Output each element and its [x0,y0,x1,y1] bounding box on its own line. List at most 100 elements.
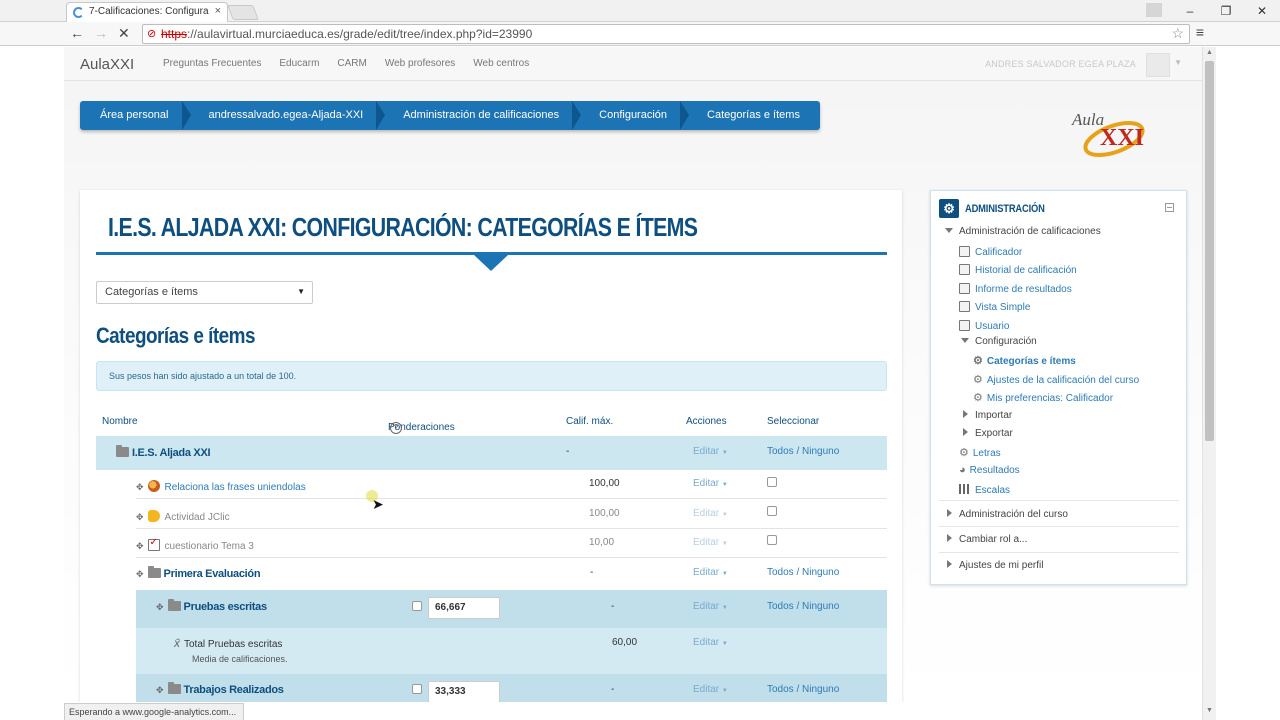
user-name[interactable]: ANDRES SALVADOR EGEA PLAZA [985,59,1136,69]
url-input[interactable]: ⊘ https://aulavirtual.murciaeduca.es/gra… [142,24,1190,44]
select-all-link[interactable]: Todos [767,684,794,695]
restore-icon[interactable]: ❐ [1208,0,1244,22]
select-none-link[interactable]: Ninguno [802,567,839,578]
profile-icon[interactable] [1146,3,1162,17]
nav-link-web-profesores[interactable]: Web profesores [376,47,464,81]
breadcrumb-item[interactable]: andressalvado.egea-Aljada-XXI [189,101,385,130]
insecure-lock-icon: ⊘ [147,28,157,40]
max-grade: - [566,446,570,457]
table-row: ✥ Actividad JClic 100,00 Editar ▼ [136,499,887,529]
select-none-link[interactable]: Ninguno [802,601,839,612]
page-scrollbar[interactable]: ▲ ▼ [1202,47,1216,720]
tree-item-calificador[interactable]: Calificador [959,244,1022,258]
report-icon [959,264,970,275]
tree-item-resultados[interactable]: ◕ Resultados [959,464,1020,476]
edit-menu[interactable]: Editar ▼ [693,478,728,489]
move-icon[interactable]: ✥ [136,482,144,492]
report-select[interactable]: Categorías e ítems ▼ [96,281,313,304]
select-all-link[interactable]: Todos [767,601,794,612]
breadcrumb-item[interactable]: Área personal [80,101,190,130]
edit-menu[interactable]: Editar ▼ [693,601,728,612]
tree-exportar[interactable]: Exportar [963,428,1013,439]
breadcrumb-item[interactable]: Administración de calificaciones [383,101,582,130]
scroll-up-icon[interactable]: ▲ [1206,49,1213,56]
minimize-icon[interactable]: – [1172,0,1208,22]
category-name-cell: ✥ Trabajos Realizados [156,682,284,696]
move-icon[interactable]: ✥ [136,512,144,522]
table-row: ✥ Relaciona las frases uniendolas 100,00 … [136,470,887,499]
move-icon[interactable]: ✥ [136,569,144,579]
nav-link-carm[interactable]: CARM [328,47,375,81]
weights-notice: Sus pesos han sido ajustado a un total d… [96,361,887,391]
report-icon [959,301,970,312]
tree-item-usuario[interactable]: Usuario [959,318,1009,332]
edit-menu[interactable]: Editar ▼ [693,508,728,519]
move-icon[interactable]: ✥ [136,541,144,551]
edit-menu[interactable]: Editar ▼ [693,684,728,695]
tree-profile-settings[interactable]: Ajustes de mi perfil [947,560,1043,571]
select-all-link[interactable]: Todos [767,567,794,578]
select-checkbox[interactable] [767,535,777,548]
select-checkbox[interactable] [767,477,777,490]
bookmark-star-icon[interactable]: ☆ [1171,25,1184,42]
tree-item-vista-simple[interactable]: Vista Simple [959,299,1030,313]
max-grade: - [611,601,615,612]
select-none-link[interactable]: Ninguno [802,684,839,695]
tree-grades-admin[interactable]: Administración de calificaciones [945,226,1101,237]
brand[interactable]: AulaXXI [80,56,134,73]
weight-input[interactable]: 33,333 [428,681,500,702]
table-header: Nombre Ponderaciones? Calif. máx. Accion… [102,416,820,434]
browser-tab[interactable]: 7-Calificaciones: Configura × [66,2,228,22]
nav-link-educarm[interactable]: Educarm [270,47,328,81]
edit-menu[interactable]: Editar ▼ [693,446,728,457]
item-link[interactable]: Relaciona las frases uniendolas [165,482,306,493]
tree-course-admin[interactable]: Administración del curso [947,509,1068,520]
item-link[interactable]: Actividad JClic [165,512,230,523]
edit-menu[interactable]: Editar ▼ [693,637,728,648]
back-icon[interactable]: ← [70,25,84,41]
weight-input[interactable]: 66,667 [428,597,500,619]
gear-icon: ⚙ [973,392,983,404]
item-link[interactable]: cuestionario Tema 3 [165,541,254,552]
gear-icon: ⚙ [959,447,969,459]
help-icon[interactable]: ? [390,422,402,434]
weight-override-checkbox[interactable] [412,684,422,697]
tree-item-mis-preferencias[interactable]: ⚙ Mis preferencias: Calificador [973,391,1113,404]
collapse-block-icon[interactable] [1165,203,1174,212]
breadcrumb-item[interactable]: Categorías e ítems [687,101,820,130]
table-row: ✥ Primera Evaluación - Editar ▼ Todos / N… [136,558,887,590]
tree-item-ajustes-curso[interactable]: ⚙ Ajustes de la calificación del curso [973,373,1139,386]
stop-icon[interactable]: ✕ [118,25,130,42]
browser-menu-icon[interactable]: ≡ [1196,24,1204,40]
weight-override-checkbox[interactable] [412,601,422,614]
avatar[interactable] [1146,53,1170,77]
select-checkbox[interactable] [767,506,777,519]
nav-link-faq[interactable]: Preguntas Frecuentes [154,47,270,81]
nav-link-web-centros[interactable]: Web centros [464,47,538,81]
report-icon [959,283,970,294]
scroll-thumb[interactable] [1205,61,1214,441]
move-icon[interactable]: ✥ [156,602,164,612]
close-window-icon[interactable]: ✕ [1244,0,1280,22]
new-tab-button[interactable] [227,5,259,20]
user-menu-caret-icon[interactable]: ▼ [1174,58,1182,67]
select-none-link[interactable]: Ninguno [802,446,839,457]
tree-item-letras[interactable]: ⚙ Letras [959,446,1001,459]
tree-item-categorias[interactable]: ⚙ Categorías e ítems [973,354,1076,367]
close-tab-icon[interactable]: × [215,5,221,17]
max-grade: 100,00 [589,508,620,519]
edit-menu[interactable]: Editar ▼ [693,537,728,548]
tree-item-historial[interactable]: Historial de calificación [959,262,1077,276]
col-select: Seleccionar [767,416,820,427]
tree-switch-role[interactable]: Cambiar rol a... [947,534,1027,545]
scroll-down-icon[interactable]: ▼ [1206,707,1213,714]
tree-configuracion[interactable]: Configuración [961,336,1037,347]
move-icon[interactable]: ✥ [156,685,164,695]
tree-item-escalas[interactable]: Escalas [959,483,1010,496]
tree-item-informe[interactable]: Informe de resultados [959,281,1072,295]
forward-icon[interactable]: → [94,25,108,41]
breadcrumb-item[interactable]: Configuración [579,101,689,130]
edit-menu[interactable]: Editar ▼ [693,567,728,578]
tree-importar[interactable]: Importar [963,410,1012,421]
select-all-link[interactable]: Todos [767,446,794,457]
